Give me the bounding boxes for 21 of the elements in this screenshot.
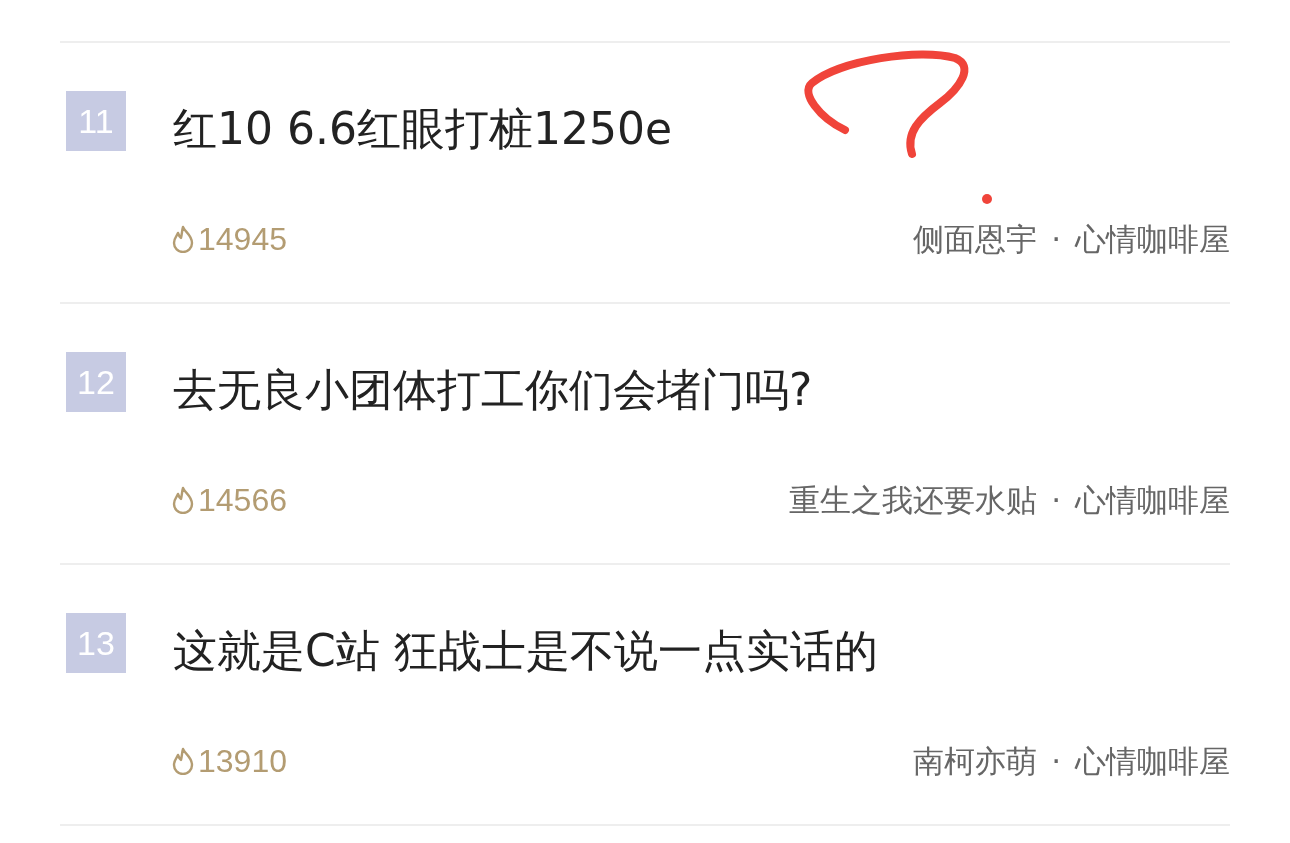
author-name[interactable]: 南柯亦萌 <box>913 737 1038 785</box>
separator-dot: · <box>1051 741 1061 781</box>
heat-count: 14945 <box>198 220 287 259</box>
board-name[interactable]: 心情咖啡屋 <box>1075 215 1230 263</box>
heat-count: 14566 <box>198 481 287 520</box>
board-name[interactable]: 心情咖啡屋 <box>1075 476 1230 524</box>
flame-icon <box>170 225 196 253</box>
post-title[interactable]: 红10 6.6红眼打桩1250e <box>173 99 672 159</box>
rank-badge: 13 <box>66 613 126 673</box>
flame-icon <box>170 486 196 514</box>
heat-count: 13910 <box>198 742 287 781</box>
post-title[interactable]: 这就是C站 狂战士是不说一点实话的 <box>173 621 878 681</box>
post-title[interactable]: 去无良小团体打工你们会堵门吗? <box>173 360 813 420</box>
separator-dot: · <box>1051 480 1061 520</box>
author-name[interactable]: 重生之我还要水贴 <box>789 476 1038 524</box>
rank-badge: 12 <box>66 352 126 412</box>
flame-icon <box>170 747 196 775</box>
rank-badge: 11 <box>66 91 126 151</box>
author-name[interactable]: 侧面恩宇 <box>913 215 1038 263</box>
separator-dot: · <box>1051 219 1061 259</box>
board-name[interactable]: 心情咖啡屋 <box>1075 737 1230 785</box>
